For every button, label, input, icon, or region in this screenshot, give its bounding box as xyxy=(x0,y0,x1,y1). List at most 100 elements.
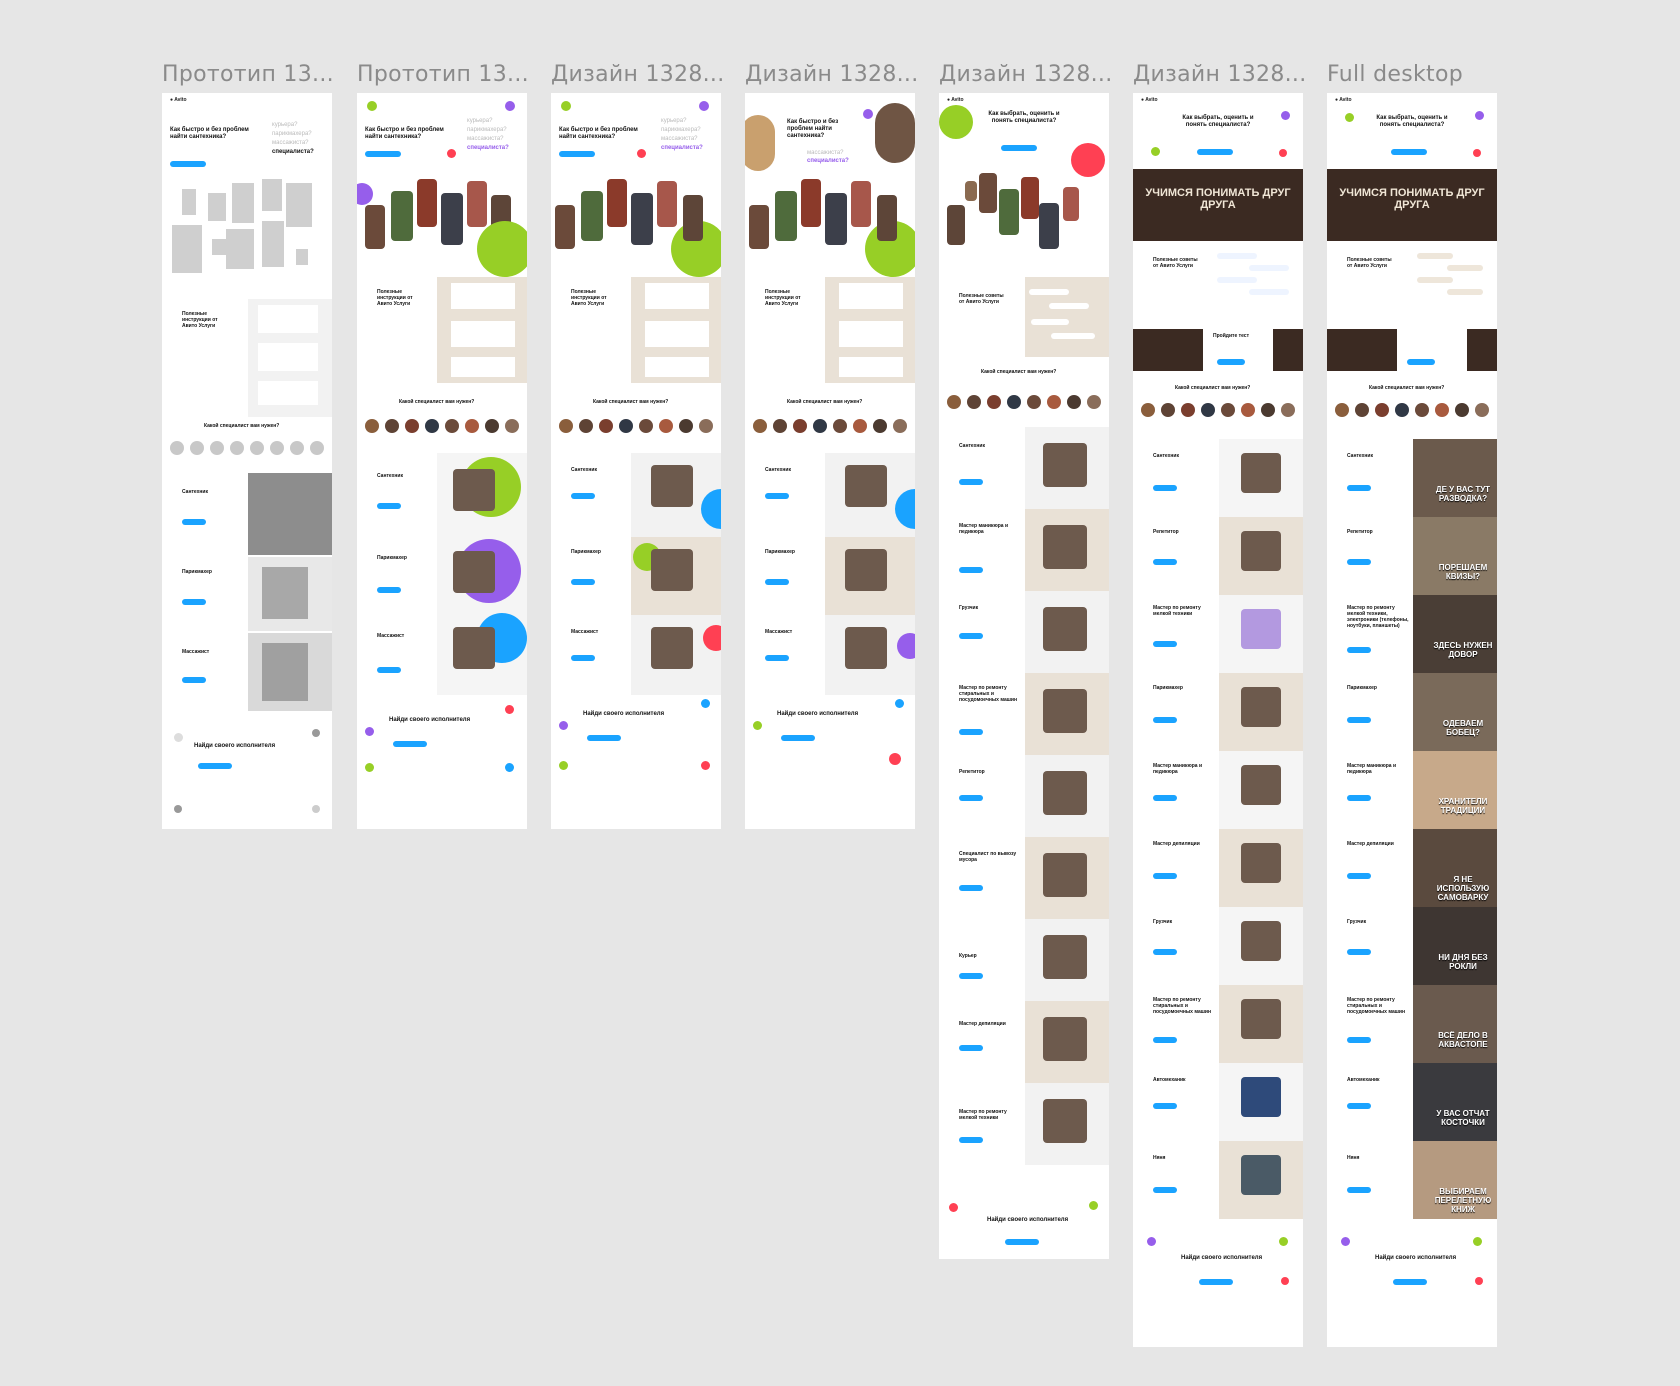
card-button[interactable] xyxy=(182,677,206,683)
avatar[interactable] xyxy=(1335,403,1349,417)
card-button[interactable] xyxy=(377,667,401,673)
avatar[interactable] xyxy=(365,419,379,433)
avatar[interactable] xyxy=(1221,403,1235,417)
avatar[interactable] xyxy=(947,395,961,409)
avatar[interactable] xyxy=(753,419,767,433)
footer-button[interactable] xyxy=(587,735,621,741)
frame-design-3[interactable]: ● Avito Как выбрать, оценить и понять сп… xyxy=(939,93,1109,1259)
avatar[interactable] xyxy=(1475,403,1489,417)
tip-chip[interactable] xyxy=(1447,265,1483,271)
avatar[interactable] xyxy=(290,441,304,455)
avatar[interactable] xyxy=(1375,403,1389,417)
avatar[interactable] xyxy=(190,441,204,455)
card-button[interactable] xyxy=(959,973,983,979)
avatar[interactable] xyxy=(1027,395,1041,409)
card-button[interactable] xyxy=(959,1045,983,1051)
card-button[interactable] xyxy=(1347,1037,1371,1043)
tip-chip[interactable] xyxy=(1417,277,1453,283)
avatar[interactable] xyxy=(1007,395,1021,409)
avatar[interactable] xyxy=(679,419,693,433)
tip-card[interactable] xyxy=(451,283,515,309)
avatar[interactable] xyxy=(1047,395,1061,409)
avatar[interactable] xyxy=(1261,403,1275,417)
card-button[interactable] xyxy=(959,633,983,639)
frame-full-desktop[interactable]: ● Avito Как выбрать, оценить и понять сп… xyxy=(1327,93,1497,1347)
test-button[interactable] xyxy=(1407,359,1435,365)
avatar[interactable] xyxy=(465,419,479,433)
card-button[interactable] xyxy=(1347,1103,1371,1109)
tip-chip[interactable] xyxy=(1249,289,1289,295)
avatar[interactable] xyxy=(579,419,593,433)
frame-title-2[interactable]: Прототип 13... xyxy=(357,62,529,87)
avatar[interactable] xyxy=(853,419,867,433)
avatar[interactable] xyxy=(619,419,633,433)
footer-button[interactable] xyxy=(1199,1279,1233,1285)
card-button[interactable] xyxy=(1153,795,1177,801)
frame-prototype-2[interactable]: Как быстро и без проблем найти сантехник… xyxy=(357,93,527,829)
card-button[interactable] xyxy=(571,493,595,499)
card-button[interactable] xyxy=(959,479,983,485)
tip-card[interactable] xyxy=(258,343,318,371)
avatar[interactable] xyxy=(987,395,1001,409)
footer-button[interactable] xyxy=(781,735,815,741)
frame-title-6[interactable]: Дизайн 1328... xyxy=(1133,62,1307,87)
tip-card[interactable] xyxy=(258,381,318,405)
frame-title-7[interactable]: Full desktop xyxy=(1327,62,1463,87)
tip-card[interactable] xyxy=(645,283,709,309)
avatar[interactable] xyxy=(559,419,573,433)
tip-card[interactable] xyxy=(258,305,318,333)
tip-chip[interactable] xyxy=(1249,265,1289,271)
tip-card[interactable] xyxy=(839,283,903,309)
avatar[interactable] xyxy=(699,419,713,433)
card-button[interactable] xyxy=(1153,873,1177,879)
tip-chip[interactable] xyxy=(1029,289,1069,295)
avatar[interactable] xyxy=(813,419,827,433)
hero-button[interactable] xyxy=(1001,145,1037,151)
hero-button[interactable] xyxy=(365,151,401,157)
card-button[interactable] xyxy=(1347,873,1371,879)
tip-chip[interactable] xyxy=(1417,253,1453,259)
avatar[interactable] xyxy=(873,419,887,433)
avatar[interactable] xyxy=(425,419,439,433)
avatar[interactable] xyxy=(405,419,419,433)
frame-title-5[interactable]: Дизайн 1328... xyxy=(939,62,1113,87)
footer-button[interactable] xyxy=(1005,1239,1039,1245)
card-button[interactable] xyxy=(765,493,789,499)
avatar[interactable] xyxy=(967,395,981,409)
card-button[interactable] xyxy=(182,599,206,605)
card-button[interactable] xyxy=(1347,717,1371,723)
avatar[interactable] xyxy=(1241,403,1255,417)
avatar[interactable] xyxy=(1455,403,1469,417)
card-button[interactable] xyxy=(1153,559,1177,565)
tip-card[interactable] xyxy=(839,357,903,377)
avatar[interactable] xyxy=(210,441,224,455)
tip-card[interactable] xyxy=(645,321,709,347)
tip-card[interactable] xyxy=(451,321,515,347)
footer-button[interactable] xyxy=(1393,1279,1427,1285)
card-button[interactable] xyxy=(959,1137,983,1143)
test-button[interactable] xyxy=(1217,359,1245,365)
card-button[interactable] xyxy=(1153,717,1177,723)
avatar[interactable] xyxy=(659,419,673,433)
avatar[interactable] xyxy=(485,419,499,433)
hero-button[interactable] xyxy=(170,161,206,167)
card-button[interactable] xyxy=(571,655,595,661)
avatar[interactable] xyxy=(250,441,264,455)
avatar[interactable] xyxy=(1281,403,1295,417)
card-button[interactable] xyxy=(959,885,983,891)
avatar[interactable] xyxy=(230,441,244,455)
frame-prototype-1[interactable]: ● Avito Как быстро и без проблем найти с… xyxy=(162,93,332,829)
frame-design-2[interactable]: Как быстро и без проблем найти сантехник… xyxy=(745,93,915,829)
card-button[interactable] xyxy=(1153,1037,1177,1043)
hero-button[interactable] xyxy=(559,151,595,157)
avatar[interactable] xyxy=(270,441,284,455)
card-button[interactable] xyxy=(1153,1103,1177,1109)
frame-design-1[interactable]: Как быстро и без проблем найти сантехник… xyxy=(551,93,721,829)
tip-card[interactable] xyxy=(451,357,515,377)
card-button[interactable] xyxy=(377,587,401,593)
tip-card[interactable] xyxy=(839,321,903,347)
avatar[interactable] xyxy=(1161,403,1175,417)
card-button[interactable] xyxy=(959,795,983,801)
card-button[interactable] xyxy=(1153,641,1177,647)
avatar[interactable] xyxy=(833,419,847,433)
